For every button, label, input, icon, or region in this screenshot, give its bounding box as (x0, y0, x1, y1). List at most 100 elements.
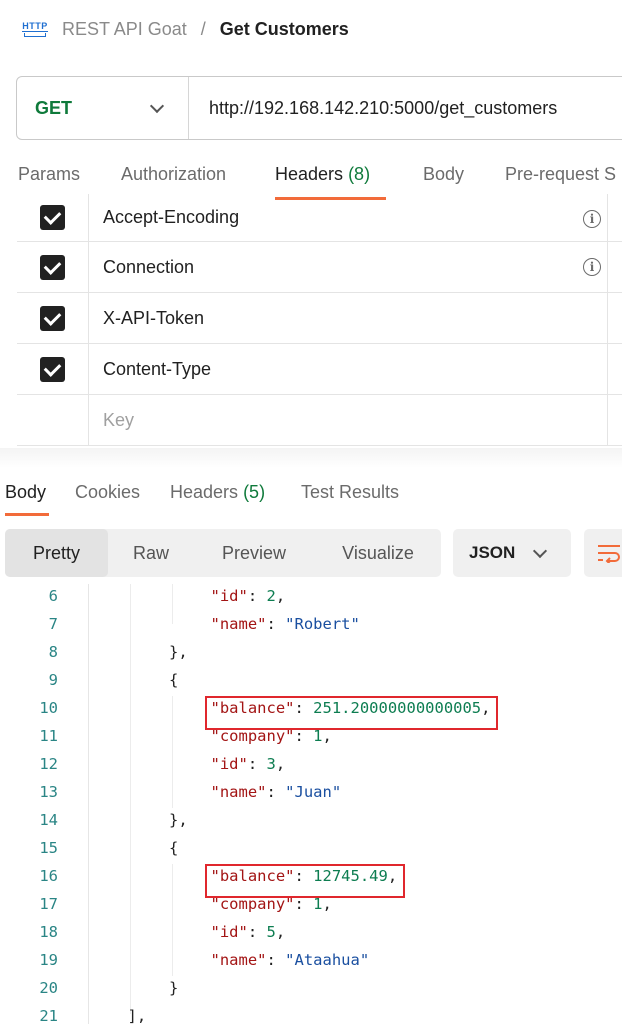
tab-response-body[interactable]: Body (5, 482, 46, 503)
tab-params[interactable]: Params (18, 164, 80, 185)
code-text: }, (169, 638, 188, 666)
code-line: 11 "company": 1, (0, 722, 622, 750)
table-row: Connection i (17, 242, 622, 293)
json-punctuation: : (294, 895, 314, 913)
table-row: Content-Type (17, 344, 622, 395)
code-line: 14}, (0, 806, 622, 834)
json-punctuation: : (247, 587, 267, 605)
request-name[interactable]: Get Customers (220, 19, 349, 40)
method-select[interactable]: GET (17, 77, 189, 139)
tab-headers[interactable]: Headers (8) (275, 164, 370, 185)
json-punctuation: , (275, 587, 286, 605)
line-number: 16 (39, 867, 58, 885)
json-punctuation: { (169, 671, 179, 689)
breadcrumb-collection[interactable]: REST API Goat (62, 19, 187, 40)
code-text: "name": "Robert" (211, 610, 360, 638)
response-body-code[interactable]: 6 "id": 2, 7 "name": "Robert" 8}, 9{10 "balanc… (0, 584, 622, 1024)
json-key: "name" (210, 615, 267, 633)
pane-divider[interactable] (0, 448, 622, 468)
response-headers-count: (5) (243, 482, 266, 502)
code-line: 8}, (0, 638, 622, 666)
json-key: "name" (210, 783, 267, 801)
json-punctuation: : (266, 615, 286, 633)
header-enabled-checkbox[interactable] (40, 305, 65, 331)
json-punctuation: , (275, 923, 286, 941)
json-key: "company" (210, 727, 295, 745)
format-label: JSON (469, 543, 516, 562)
header-key[interactable]: X-API-Token (103, 293, 204, 343)
json-punctuation: }, (169, 811, 188, 829)
tab-cookies[interactable]: Cookies (75, 482, 140, 503)
new-header-key-input[interactable]: Key (103, 395, 134, 445)
line-number: 14 (39, 811, 58, 829)
json-punctuation: : (294, 727, 314, 745)
table-row: Key (17, 395, 622, 446)
wrap-lines-button[interactable] (584, 529, 622, 577)
url-input[interactable]: http://192.168.142.210:5000/get_customer… (189, 98, 557, 119)
response-tabs: Body Cookies Headers (5) Test Results (0, 478, 622, 514)
view-pretty-button[interactable]: Pretty (5, 529, 108, 577)
json-punctuation: : (266, 951, 286, 969)
info-icon[interactable]: i (583, 258, 601, 276)
json-key: "company" (210, 895, 295, 913)
info-icon[interactable]: i (583, 210, 601, 228)
tab-authorization[interactable]: Authorization (121, 164, 226, 185)
json-punctuation: : (247, 923, 267, 941)
line-number: 9 (48, 671, 58, 689)
method-label: GET (35, 97, 73, 118)
json-number: 2 (266, 587, 276, 605)
code-text: { (169, 666, 178, 694)
view-visualize-button[interactable]: Visualize (315, 529, 441, 577)
json-punctuation: : (247, 755, 267, 773)
code-line: 18 "id": 5, (0, 918, 622, 946)
tab-pre-request-script[interactable]: Pre-request S (505, 164, 616, 185)
headers-table: Accept-Encoding i Connection i X-API-Tok… (17, 194, 622, 446)
header-enabled-checkbox[interactable] (40, 205, 65, 230)
header-enabled-checkbox[interactable] (40, 254, 65, 280)
wrap-lines-icon (598, 545, 620, 563)
json-punctuation: , (322, 895, 332, 913)
format-select[interactable]: JSON (453, 529, 571, 577)
json-string: "Ataahua" (285, 951, 370, 969)
header-key[interactable]: Content-Type (103, 344, 211, 394)
tab-response-headers[interactable]: Headers (5) (170, 482, 265, 503)
line-number: 8 (48, 643, 58, 661)
view-raw-button[interactable]: Raw (110, 529, 192, 577)
view-preview-button[interactable]: Preview (195, 529, 313, 577)
json-punctuation: , (322, 727, 332, 745)
view-mode-toolbar: Pretty Raw Preview Visualize (5, 529, 441, 577)
line-number: 7 (48, 615, 58, 633)
code-line: 12 "id": 3, (0, 750, 622, 778)
headers-count: (8) (348, 164, 371, 184)
json-punctuation: }, (169, 643, 188, 661)
header-key[interactable]: Connection (103, 242, 194, 292)
line-number: 17 (39, 895, 58, 913)
code-text: "id": 2, (211, 582, 286, 610)
code-text: }, (169, 806, 188, 834)
code-text: { (169, 834, 178, 862)
header-key[interactable]: Accept-Encoding (103, 194, 239, 241)
tab-test-results[interactable]: Test Results (301, 482, 399, 503)
code-text: "name": "Ataahua" (211, 946, 370, 974)
json-key: "id" (210, 755, 248, 773)
tab-body[interactable]: Body (423, 164, 464, 185)
line-number: 10 (39, 699, 58, 717)
json-number: 1 (313, 727, 323, 745)
json-string: "Robert" (285, 615, 360, 633)
line-number: 12 (39, 755, 58, 773)
line-number: 11 (39, 727, 58, 745)
code-text: ], (128, 1002, 147, 1024)
json-string: "Juan" (285, 783, 342, 801)
table-row: X-API-Token (17, 293, 622, 344)
json-key: "id" (210, 923, 248, 941)
code-text: "company": 1, (211, 890, 332, 918)
line-number: 21 (39, 1007, 58, 1024)
code-line: 17 "company": 1, (0, 890, 622, 918)
line-number: 13 (39, 783, 58, 801)
url-bar: GET http://192.168.142.210:5000/get_cust… (16, 76, 622, 140)
code-line: 15 { (0, 834, 622, 862)
header-enabled-checkbox[interactable] (40, 356, 65, 382)
line-number: 15 (39, 839, 58, 857)
line-number: 6 (48, 587, 58, 605)
code-text: "name": "Juan" (211, 778, 342, 806)
